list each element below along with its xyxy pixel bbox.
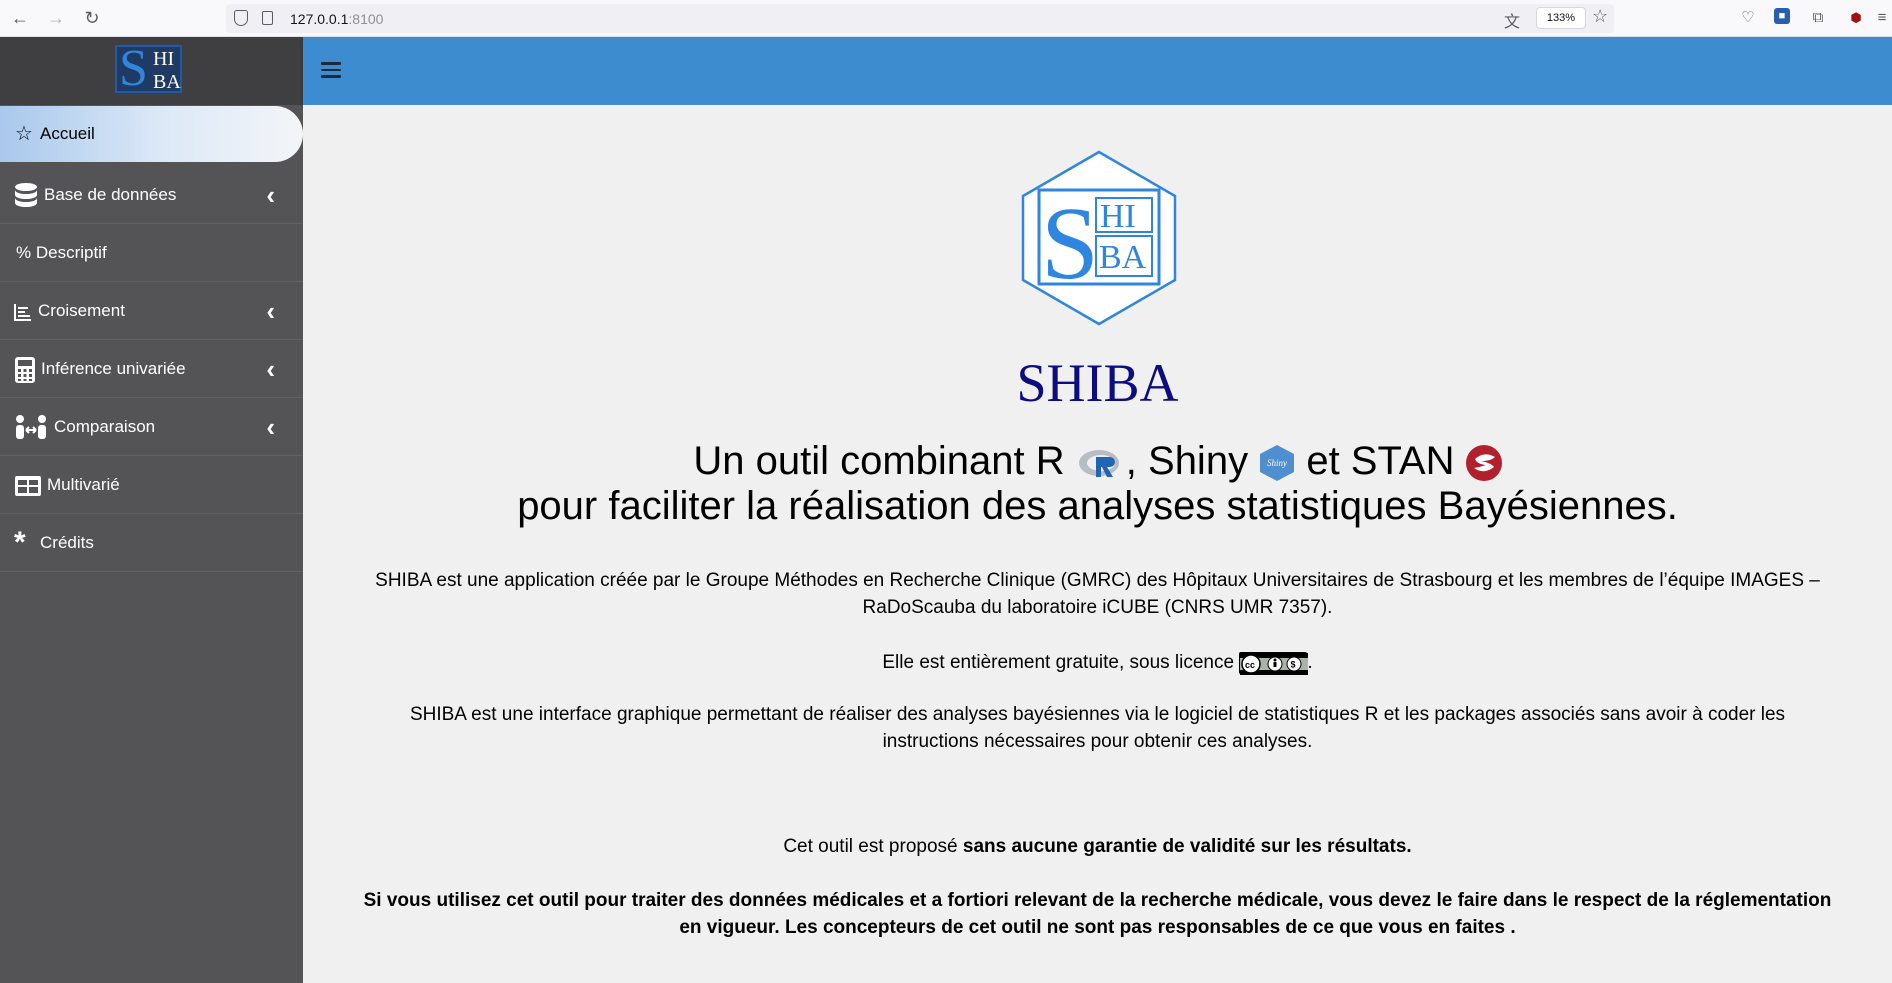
chevron-left-icon: ‹	[266, 296, 275, 326]
svg-text:$: $	[1291, 659, 1296, 669]
sidebar-item-credits[interactable]: * Crédits	[0, 514, 303, 572]
page-subtitle: Un outil combinant R , Shiny Shiny et ST…	[303, 439, 1892, 529]
page-icon	[262, 11, 273, 25]
shield-icon[interactable]	[234, 10, 248, 26]
people-arrows-icon	[14, 398, 48, 456]
chevron-left-icon: ‹	[266, 180, 275, 210]
cc-by-nc-badge-icon[interactable]: cc $	[1239, 651, 1309, 675]
app-header	[303, 37, 1892, 105]
sidebar-item-label: Inférence univariée	[41, 359, 186, 378]
sidebar-item-comparaison[interactable]: Comparaison ‹	[0, 398, 303, 456]
translate-icon[interactable]: 文	[1504, 8, 1520, 32]
chevron-left-icon: ‹	[266, 412, 275, 442]
page-title: SHIBA	[1016, 353, 1179, 413]
table-icon	[14, 456, 42, 514]
reload-icon[interactable]: ↻	[80, 6, 104, 30]
svg-text:cc: cc	[1245, 660, 1255, 670]
licence-text: Elle est entièrement gratuite, sous lice…	[882, 652, 1240, 673]
pocket-icon[interactable]: ♡	[1738, 8, 1758, 28]
sidebar-item-label: Comparaison	[54, 417, 156, 436]
logo-letters-hi: HI	[1100, 198, 1136, 235]
logo-letters-ba: BA	[1099, 239, 1147, 276]
main-content: S HI BA SHIBA Un outil combinant R , Shi…	[303, 105, 1892, 983]
logo-letters-hi: HI	[153, 48, 175, 70]
database-icon	[14, 166, 38, 224]
warranty-text: Cet outil est proposé	[783, 836, 963, 857]
regulation-warning-paragraph: Si vous utilisez cet outil pour traiter …	[363, 890, 1832, 938]
r-logo-icon	[1078, 446, 1124, 480]
subtitle-line-1: Un outil combinant R , Shiny Shiny et ST…	[303, 439, 1892, 484]
sidebar-item-accueil[interactable]: ☆ Accueil	[0, 106, 303, 162]
sidebar-item-label: % Descriptif	[16, 243, 107, 262]
logo-letters-ba: BA	[153, 71, 181, 93]
zoom-level-badge[interactable]: 133%	[1536, 7, 1586, 29]
address-bar[interactable]: 127.0.0.1:8100 文 133% ☆	[226, 4, 1614, 33]
sidebar-toggle-icon[interactable]	[321, 62, 341, 78]
forward-arrow-icon[interactable]: →	[44, 6, 68, 30]
extensions-puzzle-icon[interactable]: ⧉	[1808, 8, 1828, 28]
sidebar-item-label: Accueil	[40, 124, 95, 143]
sidebar: S HI BA ☆ Accueil Base de données ‹ % De…	[0, 37, 303, 983]
back-arrow-icon[interactable]: ←	[8, 6, 32, 30]
sidebar-item-label: Crédits	[40, 533, 94, 552]
stan-logo-icon	[1465, 445, 1502, 482]
extension-icon[interactable]: ■	[1774, 8, 1790, 24]
sidebar-item-inference-univariee[interactable]: Inférence univariée ‹	[0, 340, 303, 398]
asterisk-icon: *	[14, 526, 26, 559]
shiba-logo-large: S HI BA	[1021, 150, 1177, 326]
svg-text:Shiny: Shiny	[1267, 458, 1287, 468]
sidebar-item-base-de-donnees[interactable]: Base de données ‹	[0, 166, 303, 224]
subtitle-text-stan: et STAN	[1295, 439, 1455, 483]
warranty-bold-text: sans aucune garantie de validité sur les…	[962, 836, 1412, 857]
bar-chart-icon	[14, 282, 32, 340]
intro-paragraph: SHIBA est une application créée par le G…	[375, 570, 1820, 618]
subtitle-text-r: Un outil combinant R	[693, 439, 1065, 483]
sidebar-item-label: Base de données	[44, 185, 177, 204]
chevron-left-icon: ‹	[266, 354, 275, 384]
description-paragraph: SHIBA est une interface graphique permet…	[409, 704, 1786, 752]
warranty-paragraph: Cet outil est proposé sans aucune garant…	[363, 833, 1832, 860]
sidebar-item-croisement[interactable]: Croisement ‹	[0, 282, 303, 340]
menu-icon[interactable]: ≡	[1872, 8, 1892, 28]
shiny-logo-icon: Shiny	[1259, 444, 1295, 482]
sidebar-item-label: Croisement	[38, 301, 125, 320]
star-icon: ☆	[15, 123, 33, 145]
bookmark-star-icon[interactable]: ☆	[1592, 6, 1608, 27]
url-text[interactable]: 127.0.0.1:8100	[290, 11, 383, 27]
licence-paragraph: Elle est entièrement gratuite, sous lice…	[363, 649, 1832, 676]
sidebar-item-descriptif[interactable]: % Descriptif	[0, 224, 303, 282]
calculator-icon	[14, 340, 36, 398]
browser-toolbar: ← → ↻ 127.0.0.1:8100 文 133% ☆ ♡ ■ ⧉ ⬢ ≡	[0, 0, 1892, 37]
subtitle-text-shiny: , Shiny	[1125, 439, 1249, 483]
shiba-logo-small[interactable]: S HI BA	[115, 40, 182, 97]
ublock-icon[interactable]: ⬢	[1846, 8, 1866, 28]
sidebar-menu: ☆ Accueil Base de données ‹ % Descriptif…	[0, 105, 303, 572]
logo-letter-s: S	[1041, 186, 1099, 301]
subtitle-line-2: pour faciliter la réalisation des analys…	[517, 484, 1678, 528]
sidebar-brand[interactable]: S HI BA	[0, 37, 303, 105]
sidebar-item-label: Multivarié	[47, 475, 120, 494]
sidebar-item-multivarie[interactable]: Multivarié	[0, 456, 303, 514]
logo-letter-s: S	[119, 40, 148, 97]
